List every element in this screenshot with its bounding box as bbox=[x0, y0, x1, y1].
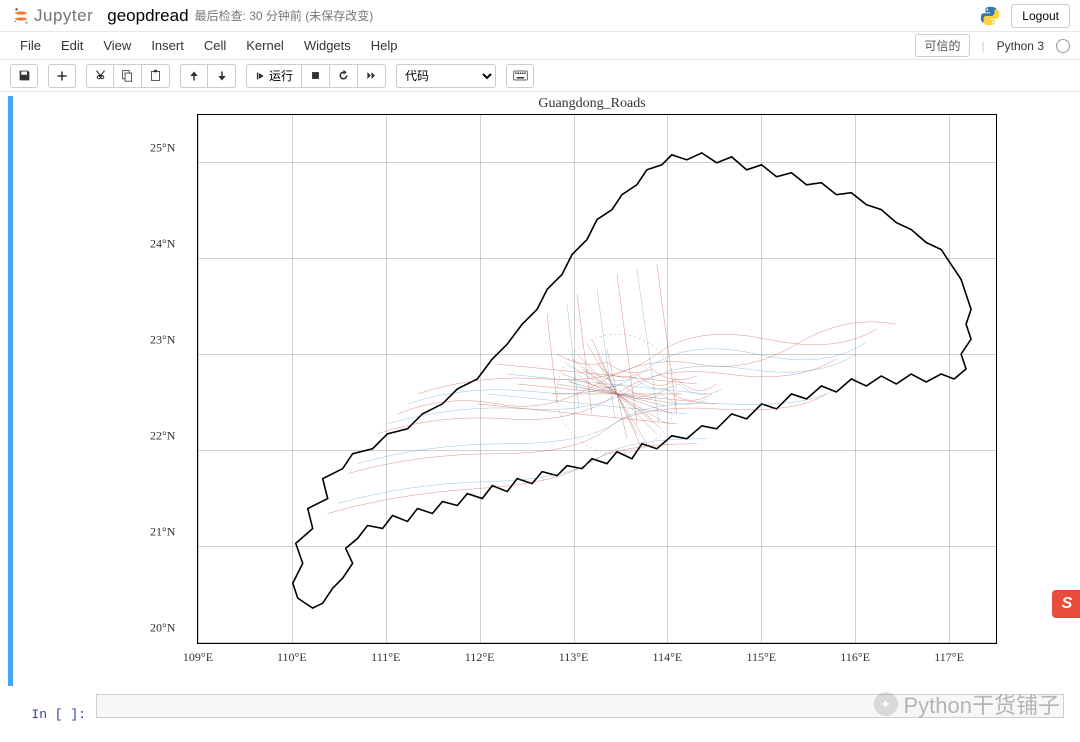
stop-icon bbox=[310, 70, 321, 81]
arrow-down-icon bbox=[216, 70, 228, 82]
x-tick: 117°E bbox=[934, 650, 964, 665]
x-tick: 115°E bbox=[746, 650, 776, 665]
input-prompt: In [ ]: bbox=[16, 707, 96, 722]
add-cell-button[interactable] bbox=[48, 64, 76, 88]
notebook-area: Guangdong_Roads 109°E 110°E 111°E 112°E bbox=[0, 92, 1080, 742]
y-tick: 24°N bbox=[150, 237, 175, 252]
cut-button[interactable] bbox=[86, 64, 114, 88]
restart-run-button[interactable] bbox=[358, 64, 386, 88]
y-tick: 21°N bbox=[150, 525, 175, 540]
x-tick: 110°E bbox=[277, 650, 307, 665]
paste-button[interactable] bbox=[142, 64, 170, 88]
checkpoint-status: 最后检查: 30 分钟前 (未保存改变) bbox=[195, 7, 374, 24]
menu-cell[interactable]: Cell bbox=[194, 34, 236, 57]
x-tick: 111°E bbox=[371, 650, 400, 665]
save-button[interactable] bbox=[10, 64, 38, 88]
menu-file[interactable]: File bbox=[10, 34, 51, 57]
restart-icon bbox=[337, 69, 350, 82]
notebook-name[interactable]: geopdread bbox=[107, 6, 188, 26]
kernel-status-icon bbox=[1056, 39, 1070, 53]
menu-view[interactable]: View bbox=[93, 34, 141, 57]
x-tick: 109°E bbox=[183, 650, 213, 665]
run-label: 运行 bbox=[269, 67, 293, 84]
menu-kernel[interactable]: Kernel bbox=[236, 34, 294, 57]
run-button[interactable]: 运行 bbox=[246, 64, 302, 88]
jupyter-icon bbox=[10, 5, 32, 27]
cut-icon bbox=[94, 69, 107, 82]
x-tick: 116°E bbox=[840, 650, 870, 665]
restart-button[interactable] bbox=[330, 64, 358, 88]
chart-output: Guangdong_Roads 109°E 110°E 111°E 112°E bbox=[157, 96, 1027, 686]
watermark-text: Python干货铺子 bbox=[904, 688, 1061, 720]
cell-type-select[interactable]: 代码 bbox=[396, 64, 496, 88]
jupyter-logo-text: Jupyter bbox=[34, 6, 93, 26]
fast-forward-icon bbox=[365, 70, 378, 81]
output-cell[interactable]: Guangdong_Roads 109°E 110°E 111°E 112°E bbox=[8, 96, 1072, 686]
menu-widgets[interactable]: Widgets bbox=[294, 34, 361, 57]
kernel-divider: | bbox=[982, 39, 985, 53]
kernel-name[interactable]: Python 3 bbox=[997, 39, 1044, 53]
menu-help[interactable]: Help bbox=[361, 34, 408, 57]
x-tick: 113°E bbox=[559, 650, 589, 665]
y-tick: 22°N bbox=[150, 429, 175, 444]
run-icon bbox=[255, 71, 265, 81]
move-down-button[interactable] bbox=[208, 64, 236, 88]
wechat-icon: ✦ bbox=[874, 692, 898, 716]
watermark: ✦ Python干货铺子 bbox=[874, 688, 1061, 720]
header: Jupyter geopdread 最后检查: 30 分钟前 (未保存改变) L… bbox=[0, 0, 1080, 32]
y-tick: 20°N bbox=[150, 621, 175, 636]
menu-insert[interactable]: Insert bbox=[141, 34, 194, 57]
copy-icon bbox=[121, 69, 134, 82]
y-tick: 23°N bbox=[150, 332, 175, 347]
x-tick: 112°E bbox=[465, 650, 495, 665]
save-icon bbox=[18, 69, 31, 82]
guangdong-map bbox=[198, 115, 996, 643]
plot-frame: 109°E 110°E 111°E 112°E 113°E 114°E 115°… bbox=[197, 114, 997, 644]
keyboard-icon bbox=[513, 70, 528, 81]
paste-icon bbox=[149, 69, 162, 82]
side-badge: S bbox=[1052, 590, 1080, 618]
copy-button[interactable] bbox=[114, 64, 142, 88]
menubar: File Edit View Insert Cell Kernel Widget… bbox=[0, 32, 1080, 60]
move-up-button[interactable] bbox=[180, 64, 208, 88]
y-tick: 25°N bbox=[150, 141, 175, 156]
logout-button[interactable]: Logout bbox=[1011, 4, 1070, 28]
jupyter-logo[interactable]: Jupyter bbox=[10, 5, 93, 27]
plus-icon bbox=[56, 70, 68, 82]
stop-button[interactable] bbox=[302, 64, 330, 88]
x-tick: 114°E bbox=[653, 650, 683, 665]
trusted-indicator[interactable]: 可信的 bbox=[915, 34, 969, 57]
menu-edit[interactable]: Edit bbox=[51, 34, 93, 57]
toolbar: 运行 代码 bbox=[0, 60, 1080, 92]
arrow-up-icon bbox=[188, 70, 200, 82]
chart-title: Guangdong_Roads bbox=[538, 96, 645, 112]
command-palette-button[interactable] bbox=[506, 64, 534, 88]
python-icon bbox=[979, 5, 1001, 27]
